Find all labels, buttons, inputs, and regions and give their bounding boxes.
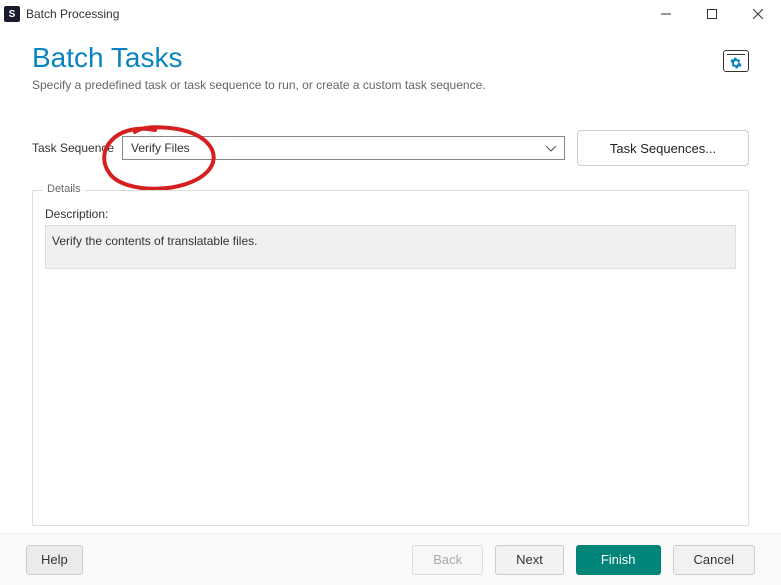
window-title: Batch Processing [26, 7, 643, 21]
help-button[interactable]: Help [26, 545, 83, 575]
task-sequence-select[interactable]: Verify Files [122, 136, 565, 160]
minimize-button[interactable] [643, 0, 689, 28]
task-sequence-selected: Verify Files [131, 141, 190, 155]
settings-button[interactable] [723, 50, 749, 72]
footer: Help Back Next Finish Cancel [0, 533, 781, 585]
gear-icon [730, 57, 742, 69]
chevron-down-icon [546, 141, 556, 155]
task-sequences-button[interactable]: Task Sequences... [577, 130, 749, 166]
back-button: Back [412, 545, 483, 575]
app-icon: S [4, 6, 20, 22]
close-button[interactable] [735, 0, 781, 28]
maximize-button[interactable] [689, 0, 735, 28]
details-group: Details Description: Verify the contents… [32, 190, 749, 526]
details-legend: Details [43, 183, 85, 195]
cancel-button[interactable]: Cancel [673, 545, 755, 575]
task-sequence-label: Task Sequence [32, 141, 122, 155]
finish-button[interactable]: Finish [576, 545, 661, 575]
description-text: Verify the contents of translatable file… [45, 225, 736, 269]
titlebar: S Batch Processing [0, 0, 781, 28]
page-subtitle: Specify a predefined task or task sequen… [32, 78, 486, 92]
page-title: Batch Tasks [32, 42, 486, 74]
next-button[interactable]: Next [495, 545, 564, 575]
description-label: Description: [45, 207, 736, 221]
